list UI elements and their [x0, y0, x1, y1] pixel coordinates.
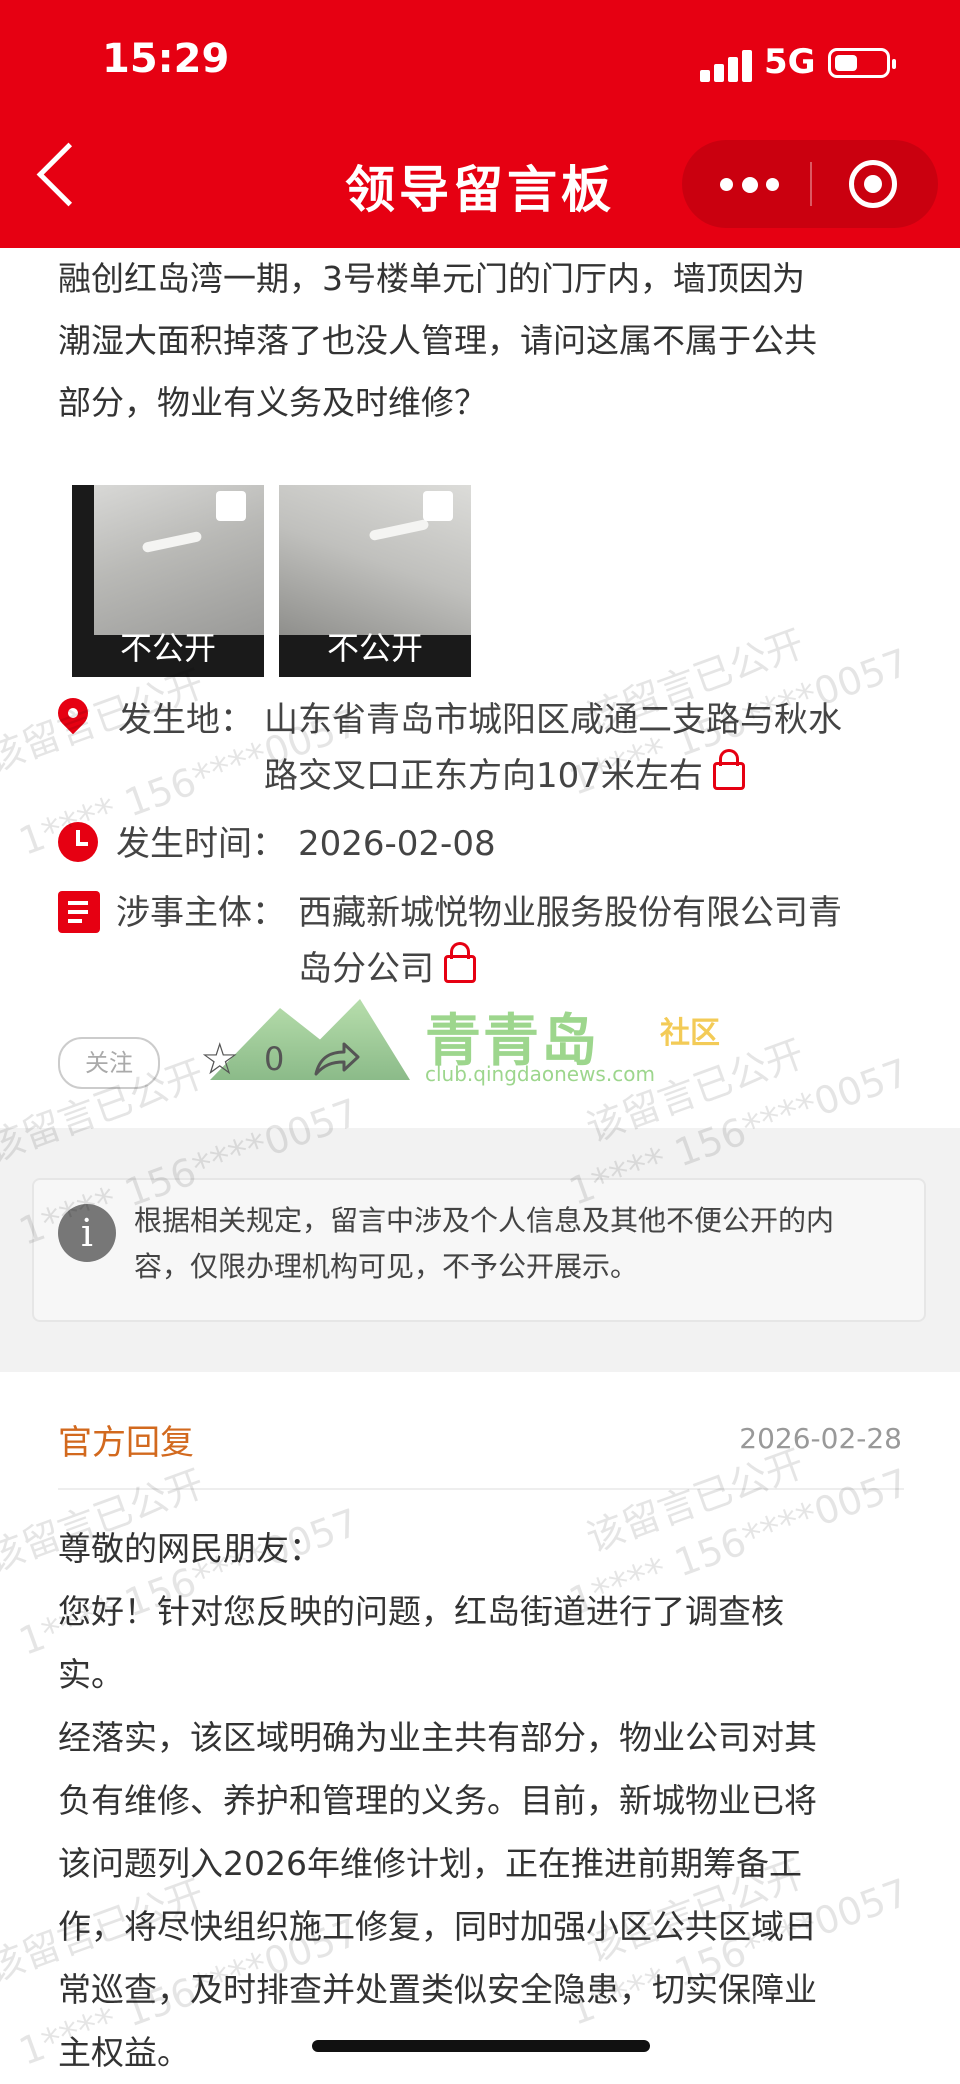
reply-line: 尊敬的网民朋友：: [58, 1529, 322, 1568]
privacy-notice: i 根据相关规定，留言中涉及个人信息及其他不便公开的内 容，仅限办理机构可见，不…: [32, 1178, 926, 1322]
star-icon[interactable]: ☆: [200, 1036, 248, 1084]
reply-line: 实。: [58, 1655, 124, 1694]
private-tag: 不公开: [119, 629, 216, 667]
status-time: 15:29: [102, 36, 230, 82]
follow-button[interactable]: 关注: [58, 1037, 160, 1089]
message-text: 融创红岛湾一期，3号楼单元门的门厅内，墙顶因为 潮湿大面积掉落了也没人管理，请问…: [58, 248, 908, 434]
message-image[interactable]: 不公开: [72, 485, 264, 677]
private-tag: 不公开: [326, 629, 423, 667]
more-icon[interactable]: [720, 177, 780, 193]
time-value: 2026-02-08: [298, 824, 496, 864]
reply-line: 主权益。: [58, 2033, 190, 2072]
map-watermark-icon: [423, 491, 453, 521]
reply-text: 尊敬的网民朋友： 您好！针对您反映的问题，红岛街道进行了调查核 实。 经落实，该…: [58, 1517, 908, 2084]
time-label: 发生时间：: [116, 824, 286, 864]
notice-line: 容，仅限办理机构可见，不予公开展示。: [134, 1250, 639, 1283]
reply-date: 2026-02-28: [739, 1422, 902, 1455]
reply-line: 负有维修、养护和管理的义务。目前，新城物业已将: [58, 1781, 817, 1820]
miniprogram-capsule: [682, 140, 938, 228]
notice-line: 根据相关规定，留言中涉及个人信息及其他不便公开的内: [134, 1204, 835, 1237]
lock-icon: [444, 941, 476, 983]
logo-url: club.qingdaonews.com: [425, 1062, 655, 1086]
time-row: 发生时间： 2026-02-08: [58, 816, 918, 872]
location-label: 发生地：: [118, 700, 254, 740]
reply-line: 常巡查，及时排查并处置类似安全隐患，切实保障业: [58, 1970, 817, 2009]
message-line: 潮湿大面积掉落了也没人管理，请问这属不属于公共: [58, 321, 817, 360]
subject-label: 涉事主体：: [116, 893, 286, 933]
info-icon: i: [58, 1204, 116, 1262]
location-value: 路交叉口正东方向107米左右: [264, 756, 703, 796]
reply-line: 您好！针对您反映的问题，红岛街道进行了调查核: [58, 1592, 784, 1631]
reply-line: 经落实，该区域明确为业主共有部分，物业公司对其: [58, 1718, 817, 1757]
logo-sub: 社区: [660, 1016, 720, 1051]
location-pin-icon: [51, 691, 95, 735]
location-row: 发生地： 山东省青岛市城阳区咸通二支路与秋水 路交叉口正东方向107米左右: [51, 691, 918, 804]
document-icon: [58, 891, 100, 933]
clock-icon: [58, 822, 98, 862]
reply-line: 作，将尽快组织施工修复，同时加强小区公共区域日: [58, 1907, 817, 1946]
location-value: 山东省青岛市城阳区咸通二支路与秋水: [264, 700, 842, 740]
close-miniprogram-icon[interactable]: [849, 160, 897, 208]
message-image[interactable]: 不公开: [279, 485, 471, 677]
reply-line: 该问题列入2026年维修计划，正在推进前期筹备工: [58, 1844, 802, 1883]
message-line: 融创红岛湾一期，3号楼单元门的门厅内，墙顶因为: [58, 259, 805, 298]
home-indicator[interactable]: [312, 2040, 650, 2052]
map-watermark-icon: [216, 491, 246, 521]
lock-icon: [712, 748, 745, 790]
share-icon[interactable]: [312, 1040, 362, 1078]
signal-icon: [700, 48, 754, 82]
top-header: 15:29 5G 领导留言板: [0, 0, 960, 248]
subject-value: 西藏新城悦物业服务股份有限公司青: [298, 893, 842, 933]
subject-value: 岛分公司: [298, 949, 434, 989]
network-type: 5G: [764, 42, 816, 82]
like-count: 0: [264, 1040, 285, 1078]
subject-row: 涉事主体： 西藏新城悦物业服务股份有限公司青 岛分公司: [58, 885, 918, 997]
message-line: 部分，物业有义务及时维修？: [58, 383, 487, 422]
divider: [58, 1488, 904, 1490]
reply-title: 官方回复: [58, 1423, 194, 1463]
battery-icon: [828, 48, 896, 78]
site-logo: 青青岛 社区 club.qingdaonews.com: [210, 990, 730, 1090]
